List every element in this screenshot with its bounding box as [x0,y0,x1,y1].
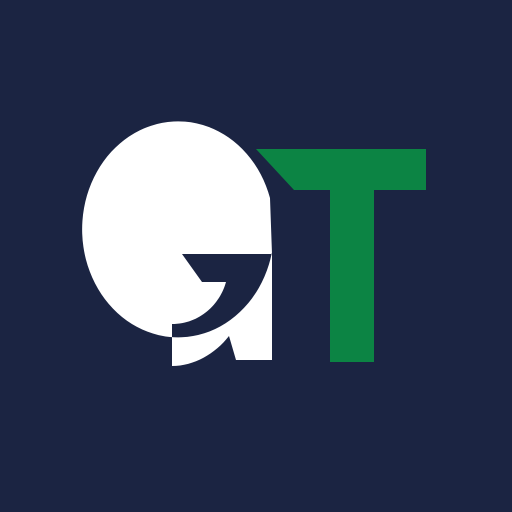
app-icon [0,0,512,512]
logo-background [0,0,512,512]
gt-logo [0,0,512,512]
